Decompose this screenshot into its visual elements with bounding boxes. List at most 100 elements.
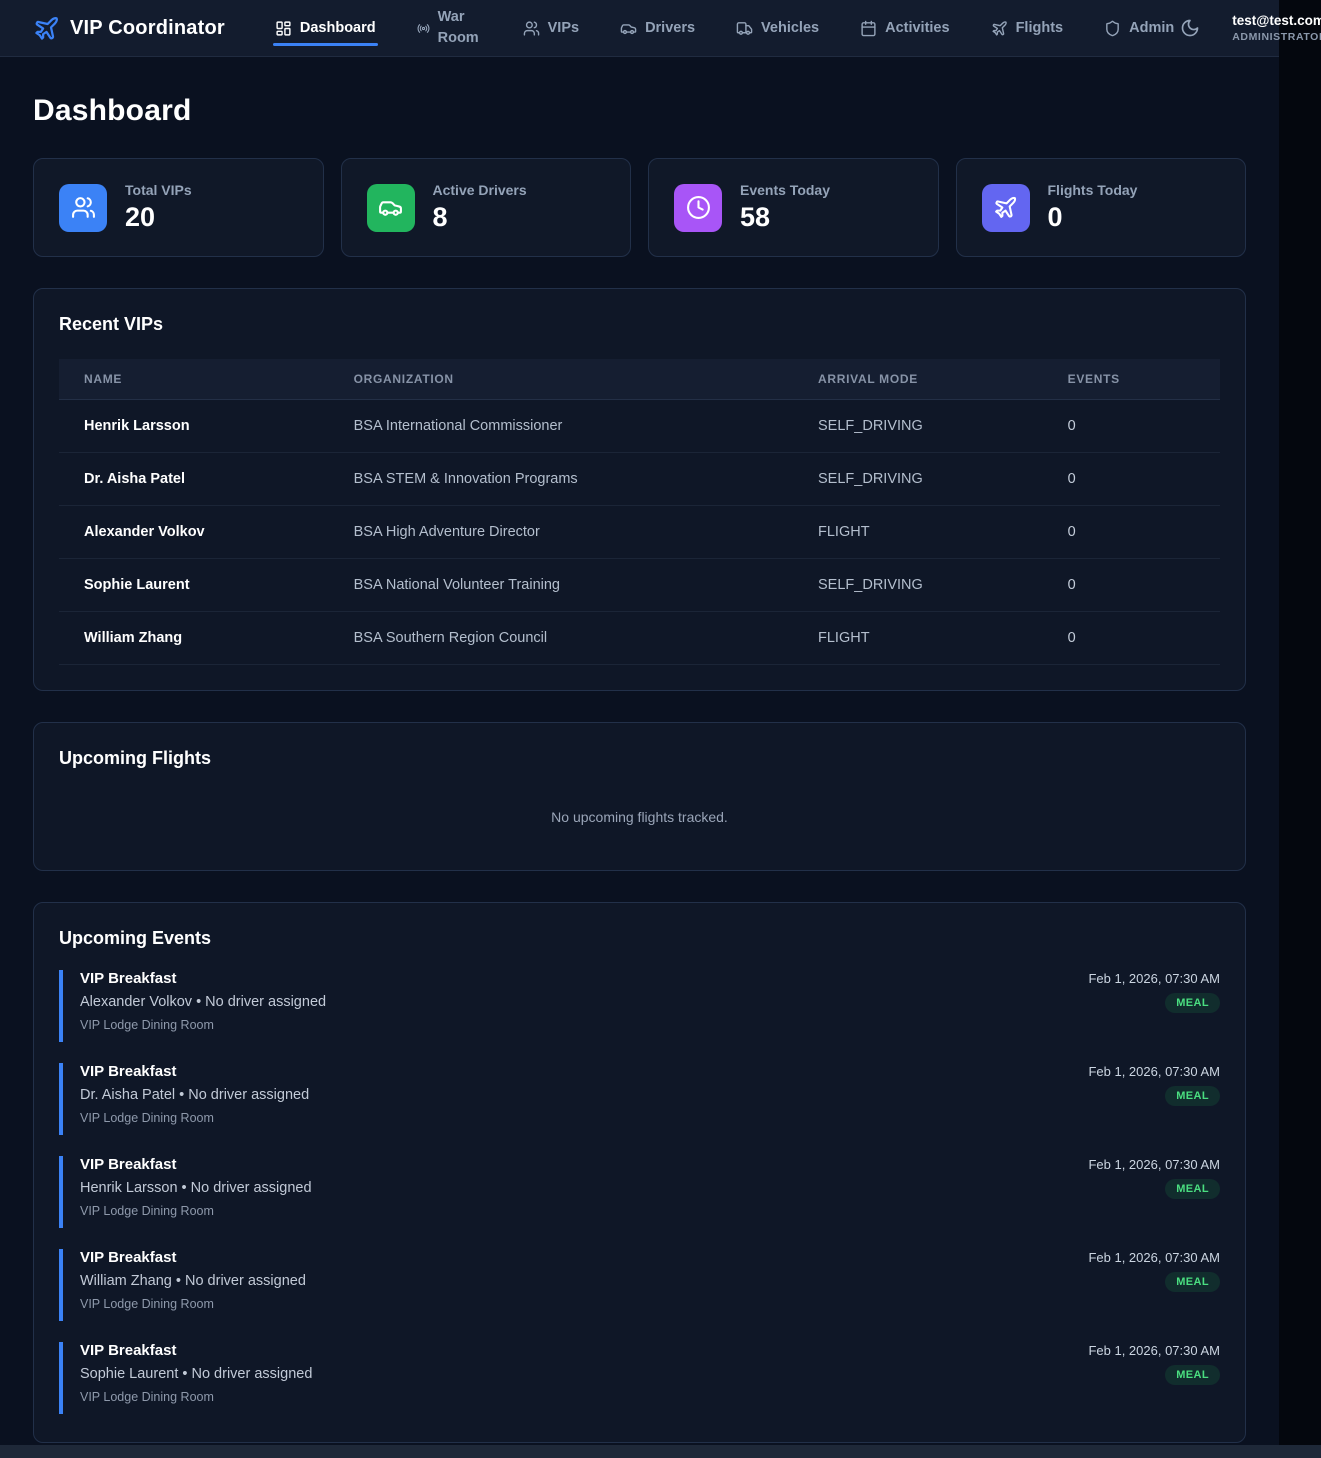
app-shell: VIP Coordinator Dashboard War Room VIPs [0, 0, 1279, 1445]
stat-label: Active Drivers [433, 182, 527, 198]
stat-value: 8 [433, 202, 527, 233]
nav-item-vehicles[interactable]: Vehicles [736, 20, 819, 37]
users-icon [523, 20, 540, 37]
clock-icon [674, 184, 722, 232]
meal-badge: MEAL [1165, 1179, 1220, 1199]
vip-events-count: 0 [1052, 506, 1220, 559]
event-location: VIP Lodge Dining Room [80, 1390, 312, 1404]
plane-icon [982, 184, 1030, 232]
main-content: Dashboard Total VIPs 20 Active Drivers 8 [0, 94, 1279, 1443]
nav-item-label: Activities [885, 20, 949, 36]
nav-item-admin[interactable]: Admin [1104, 20, 1174, 37]
event-location: VIP Lodge Dining Room [80, 1297, 306, 1311]
calendar-icon [860, 20, 877, 37]
recent-vips-title: Recent VIPs [59, 314, 1220, 335]
event-title: VIP Breakfast [80, 1342, 312, 1359]
table-row: William Zhang BSA Southern Region Counci… [59, 612, 1220, 665]
vip-events-count: 0 [1052, 400, 1220, 453]
plane-icon [991, 20, 1008, 37]
nav-item-war-room[interactable]: War Room [417, 7, 482, 49]
vip-name: Henrik Larsson [59, 400, 338, 453]
event-title: VIP Breakfast [80, 1249, 306, 1266]
event-title: VIP Breakfast [80, 1063, 309, 1080]
event-subtitle: William Zhang • No driver assigned [80, 1273, 306, 1289]
dashboard-icon [275, 20, 292, 37]
vip-organization: BSA High Adventure Director [338, 506, 802, 559]
column-header-arrival-mode: ARRIVAL MODE [802, 359, 1052, 400]
vip-events-count: 0 [1052, 612, 1220, 665]
brand: VIP Coordinator [33, 15, 225, 42]
user-role-badge: ADMINISTRATOR [1232, 31, 1321, 43]
vip-arrival-mode: SELF_DRIVING [802, 453, 1052, 506]
vip-arrival-mode: FLIGHT [802, 506, 1052, 559]
event-list-item: VIP Breakfast Sophie Laurent • No driver… [59, 1342, 1220, 1414]
column-header-name: NAME [59, 359, 338, 400]
vip-events-count: 0 [1052, 559, 1220, 612]
table-header-row: NAME ORGANIZATION ARRIVAL MODE EVENTS [59, 359, 1220, 400]
event-list-item: VIP Breakfast Alexander Volkov • No driv… [59, 970, 1220, 1042]
vip-organization: BSA STEM & Innovation Programs [338, 453, 802, 506]
stat-card-active-drivers: Active Drivers 8 [341, 158, 632, 257]
upcoming-flights-title: Upcoming Flights [59, 748, 1220, 769]
nav-item-vips[interactable]: VIPs [523, 20, 579, 37]
vip-events-count: 0 [1052, 453, 1220, 506]
stat-value: 58 [740, 202, 830, 233]
nav-item-label: Dashboard [300, 20, 376, 36]
event-datetime: Feb 1, 2026, 07:30 AM [1088, 1343, 1220, 1358]
upcoming-flights-section: Upcoming Flights No upcoming flights tra… [33, 722, 1246, 871]
main-nav: Dashboard War Room VIPs Drivers [275, 7, 1174, 49]
column-header-events: EVENTS [1052, 359, 1220, 400]
event-title: VIP Breakfast [80, 970, 326, 987]
table-row: Henrik Larsson BSA International Commiss… [59, 400, 1220, 453]
event-datetime: Feb 1, 2026, 07:30 AM [1088, 971, 1220, 986]
user-email: test@test.com [1232, 13, 1321, 28]
event-subtitle: Henrik Larsson • No driver assigned [80, 1180, 312, 1196]
vip-organization: BSA International Commissioner [338, 400, 802, 453]
event-subtitle: Dr. Aisha Patel • No driver assigned [80, 1087, 309, 1103]
meal-badge: MEAL [1165, 1365, 1220, 1385]
vip-arrival-mode: SELF_DRIVING [802, 559, 1052, 612]
car-icon [367, 184, 415, 232]
column-header-organization: ORGANIZATION [338, 359, 802, 400]
table-row: Dr. Aisha Patel BSA STEM & Innovation Pr… [59, 453, 1220, 506]
stat-card-events-today: Events Today 58 [648, 158, 939, 257]
event-location: VIP Lodge Dining Room [80, 1204, 312, 1218]
vip-name: Sophie Laurent [59, 559, 338, 612]
top-navbar: VIP Coordinator Dashboard War Room VIPs [0, 0, 1279, 57]
vip-arrival-mode: FLIGHT [802, 612, 1052, 665]
meal-badge: MEAL [1165, 993, 1220, 1013]
vip-name: Dr. Aisha Patel [59, 453, 338, 506]
plane-icon [33, 15, 60, 42]
brand-title: VIP Coordinator [70, 17, 225, 40]
vip-name: William Zhang [59, 612, 338, 665]
car-icon [620, 20, 637, 37]
nav-item-dashboard[interactable]: Dashboard [275, 20, 376, 37]
nav-item-activities[interactable]: Activities [860, 20, 949, 37]
stat-card-total-vips: Total VIPs 20 [33, 158, 324, 257]
vip-organization: BSA National Volunteer Training [338, 559, 802, 612]
theme-toggle-button[interactable] [1176, 14, 1204, 42]
event-subtitle: Alexander Volkov • No driver assigned [80, 994, 326, 1010]
vip-arrival-mode: SELF_DRIVING [802, 400, 1052, 453]
event-list-item: VIP Breakfast William Zhang • No driver … [59, 1249, 1220, 1321]
stat-value: 0 [1048, 202, 1138, 233]
vip-organization: BSA Southern Region Council [338, 612, 802, 665]
upcoming-events-section: Upcoming Events VIP Breakfast Alexander … [33, 902, 1246, 1443]
stat-value: 20 [125, 202, 192, 233]
nav-item-label: Admin [1129, 20, 1174, 36]
event-title: VIP Breakfast [80, 1156, 312, 1173]
nav-item-label: Drivers [645, 20, 695, 36]
bottom-scrollbar-track[interactable] [0, 1445, 1321, 1458]
recent-vips-section: Recent VIPs NAME ORGANIZATION ARRIVAL MO… [33, 288, 1246, 691]
recent-vips-table: NAME ORGANIZATION ARRIVAL MODE EVENTS He… [59, 359, 1220, 665]
moon-icon [1180, 18, 1200, 38]
nav-item-drivers[interactable]: Drivers [620, 20, 695, 37]
event-list-item: VIP Breakfast Henrik Larsson • No driver… [59, 1156, 1220, 1228]
nav-item-label: VIPs [548, 20, 579, 36]
event-location: VIP Lodge Dining Room [80, 1111, 309, 1125]
users-icon [59, 184, 107, 232]
event-datetime: Feb 1, 2026, 07:30 AM [1088, 1064, 1220, 1079]
radio-icon [417, 22, 430, 35]
nav-item-flights[interactable]: Flights [991, 20, 1064, 37]
shield-icon [1104, 20, 1121, 37]
